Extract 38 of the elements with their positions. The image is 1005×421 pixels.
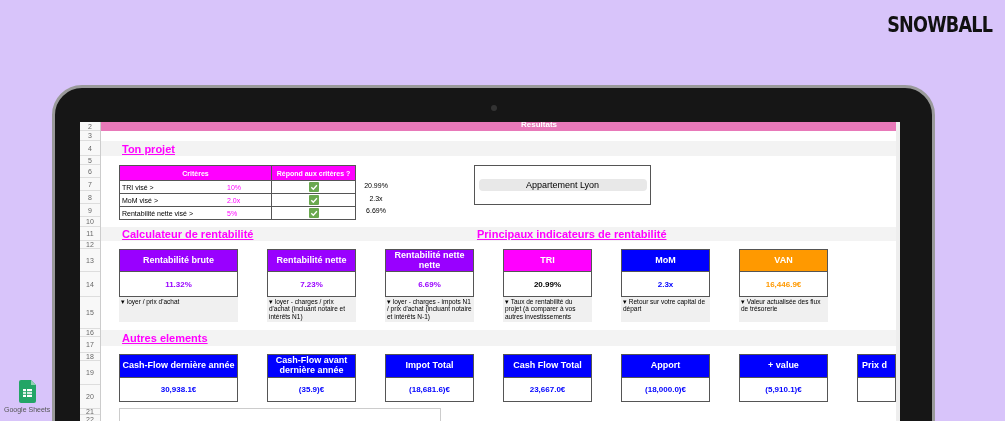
card-value: 23,667.0€ (503, 378, 592, 402)
card-value (857, 378, 896, 402)
card-header: Cash-Flow dernière année (119, 354, 238, 378)
card-value: (18,681.6)€ (385, 378, 474, 402)
card-value: 11.32% (119, 272, 238, 297)
card-header: VAN (739, 249, 828, 272)
project-name-field[interactable]: Appartement Lyon (478, 179, 647, 191)
card-value: 30,938.1€ (119, 378, 238, 402)
card-header: Prix d (857, 354, 896, 378)
card-value: 6.69% (385, 272, 474, 297)
card-header: Cash-Flow avant dernière année (267, 354, 356, 378)
card-value: (35.9)€ (267, 378, 356, 402)
card-value: 2.3x (621, 272, 710, 297)
card-header: Apport (621, 354, 710, 378)
card-value: 7.23% (267, 272, 356, 297)
section-title: Principaux indicateurs de rentabilité (477, 228, 667, 240)
section-title: Ton projet (122, 142, 175, 155)
card-value: (5,910.1)€ (739, 378, 828, 402)
results-banner: Resultats (101, 122, 896, 131)
checkbox[interactable] (308, 195, 319, 205)
card-header: TRI (503, 249, 592, 272)
camera-icon (491, 105, 497, 111)
card-header: Impot Total (385, 354, 474, 378)
snowball-logo: SNOWBALL (887, 12, 992, 37)
checkbox[interactable] (308, 182, 319, 192)
card-value: 16,446.9€ (739, 272, 828, 297)
card-value: 20.99% (503, 272, 592, 297)
card-header: Rentabilité brute (119, 249, 238, 272)
card-header: Rentabilité nette nette (385, 249, 474, 272)
spreadsheet-icon (18, 380, 36, 403)
card-header: MoM (621, 249, 710, 272)
card-header: Cash Flow Total (503, 354, 592, 378)
checkbox[interactable] (308, 208, 319, 218)
card-header: + value (739, 354, 828, 378)
section-title: Autres elements (122, 332, 208, 344)
section-title: Calculateur de rentabilité (122, 228, 255, 240)
card-value: (18,000.0)€ (621, 378, 710, 402)
card-header: Rentabilité nette (267, 249, 356, 272)
